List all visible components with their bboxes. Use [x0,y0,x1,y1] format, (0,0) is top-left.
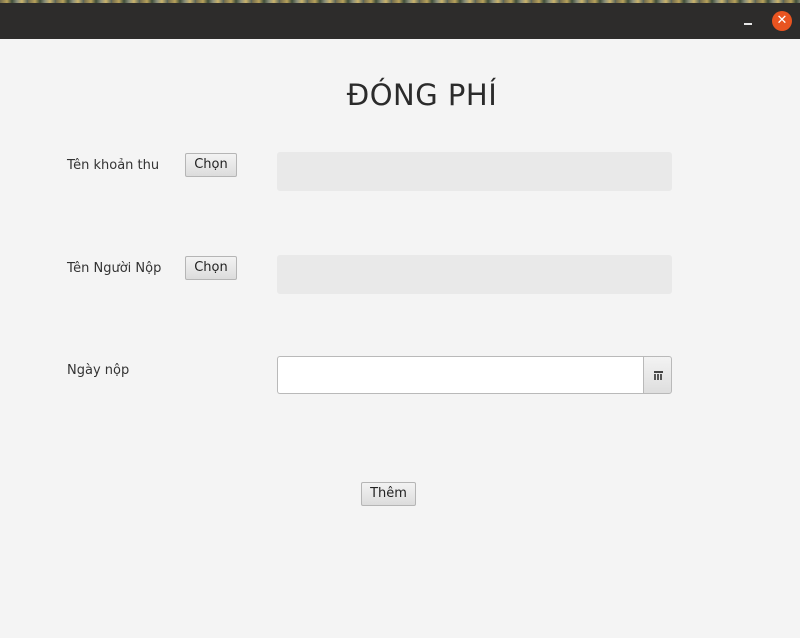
date-picker-button[interactable] [643,356,672,394]
choose-payer-button[interactable]: Chọn [185,256,237,280]
choose-fee-button[interactable]: Chọn [185,153,237,177]
page-title: ĐÓNG PHÍ [346,78,498,112]
fee-name-label: Tên khoản thu [67,158,160,173]
window-titlebar[interactable]: ✕ [0,3,800,39]
app-window: ✕ ĐÓNG PHÍ Tên khoản thu Chọn Tên Người … [0,0,800,638]
minimize-button[interactable] [738,11,758,31]
payer-name-label: Tên Người Nộp [67,261,162,276]
fee-name-field [277,152,672,191]
close-button[interactable]: ✕ [772,11,792,31]
payment-date-input[interactable] [277,356,644,394]
calendar-icon [654,371,663,380]
payment-date-label: Ngày nộp [67,363,130,378]
payer-name-field [277,255,672,294]
add-button[interactable]: Thêm [361,482,416,506]
